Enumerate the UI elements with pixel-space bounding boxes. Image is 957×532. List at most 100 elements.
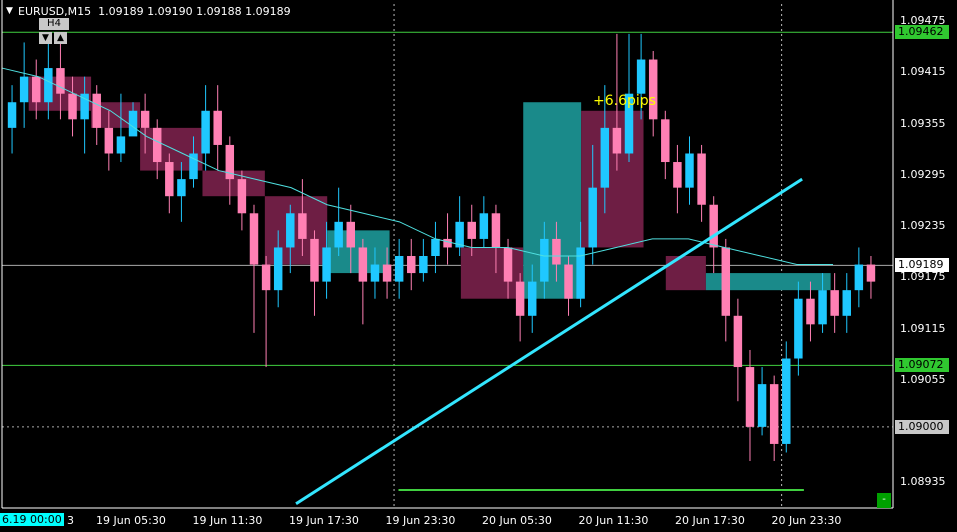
candle-body <box>213 110 222 145</box>
candle-body <box>540 238 549 282</box>
pips-annotation: +6.6pips <box>593 93 656 109</box>
candle-body <box>503 247 513 282</box>
candle-body <box>298 213 307 239</box>
candle-body <box>140 110 150 128</box>
candle-body <box>745 367 755 427</box>
candle-body <box>515 281 525 316</box>
price-badge: 1.09072 <box>895 358 949 373</box>
candle-body <box>443 238 452 248</box>
price-axis-label: 1.09355 <box>900 116 946 130</box>
candle-body <box>249 213 259 265</box>
time-axis-label: 19 Jun 11:30 <box>192 514 263 527</box>
candle-body <box>19 76 29 103</box>
candle-body <box>806 298 815 325</box>
candle-body <box>68 93 77 120</box>
candle-body <box>588 187 597 248</box>
candle-body <box>322 247 331 282</box>
candle-body <box>394 256 404 282</box>
candle-body <box>842 290 851 316</box>
time-axis-label: 19 Jun 05:30 <box>96 514 166 527</box>
scroll-up-button[interactable]: ▲ <box>54 32 67 44</box>
candle-body <box>854 264 864 291</box>
symbol-tf-label: EURUSD,M15 <box>18 5 92 18</box>
ohlc-readout: 1.09189 1.09190 1.09188 1.09189 <box>98 5 291 18</box>
crosshair-time-label: 6.19 00:00 <box>0 513 64 526</box>
price-axis-label: 1.09415 <box>900 65 946 79</box>
time-axis-label: 19 Jun 17:30 <box>289 514 359 527</box>
candle-body <box>237 179 247 214</box>
time-axis-label: 20 Jun 17:30 <box>675 514 745 527</box>
candle-body <box>310 238 319 282</box>
candle-body <box>479 213 489 239</box>
candle-body <box>346 221 356 248</box>
candle-body <box>527 281 537 316</box>
price-axis-label: 1.09055 <box>900 372 946 386</box>
candle-body <box>612 127 622 154</box>
candle-body <box>56 68 65 94</box>
time-axis-label: 20 Jun 23:30 <box>771 514 842 527</box>
candle-body <box>600 127 610 188</box>
partial-time-label: 3 <box>67 514 74 527</box>
candle-body <box>782 358 791 444</box>
chart-shift-button[interactable]: - <box>877 493 891 508</box>
candle-body <box>830 290 839 316</box>
candle-body <box>104 127 114 154</box>
candle-body <box>794 298 803 359</box>
price-badge: 1.09000 <box>895 419 949 434</box>
candles <box>7 33 876 462</box>
candle-body <box>552 238 561 265</box>
timeframe-badge[interactable]: H4 <box>39 18 69 30</box>
candle-body <box>733 315 743 368</box>
candle-body <box>7 102 17 128</box>
candle-body <box>382 264 392 282</box>
candle-body <box>44 68 53 103</box>
moving-average-line <box>1 67 833 266</box>
candle-body <box>261 264 271 291</box>
time-axis-label: 20 Jun 05:30 <box>482 514 552 527</box>
candle-body <box>419 256 428 274</box>
candle-body <box>286 213 295 248</box>
candle-body <box>201 110 210 154</box>
price-axis-label: 1.08935 <box>900 475 946 489</box>
candle-body <box>721 247 731 316</box>
candle-body <box>334 221 343 248</box>
candle-body <box>697 153 706 205</box>
candle-body <box>358 247 368 282</box>
time-axis-label: 19 Jun 23:30 <box>385 514 456 527</box>
candle-body <box>273 247 283 291</box>
time-axis-label: 20 Jun 11:30 <box>578 514 649 527</box>
candle-body <box>685 153 694 188</box>
candle-body <box>431 238 440 256</box>
candle-body <box>673 162 682 188</box>
price-axis-label: 1.09295 <box>900 167 946 181</box>
price-axis-label: 1.09115 <box>900 321 946 335</box>
candle-body <box>769 384 779 444</box>
price-axis-label: 1.09235 <box>900 219 946 233</box>
candle-body <box>92 93 101 128</box>
candle-body <box>661 119 670 163</box>
candle-body <box>177 179 186 197</box>
candle-body <box>407 256 416 274</box>
price-badge: 1.09462 <box>895 25 949 40</box>
price-chart[interactable] <box>0 0 957 532</box>
candle-body <box>370 264 380 282</box>
symbol-timeframe: EURUSD,M15 1.09189 1.09190 1.09188 1.091… <box>18 5 291 18</box>
candle-body <box>818 290 827 325</box>
candle-body <box>866 264 876 282</box>
candle-body <box>116 136 126 154</box>
candle-body <box>491 213 501 248</box>
candle-body <box>636 59 646 94</box>
candle-body <box>564 264 573 299</box>
candle-body <box>128 110 138 137</box>
scroll-down-button[interactable]: ▼ <box>39 32 52 44</box>
candle-body <box>32 76 41 103</box>
chart-menu-arrow[interactable]: ▼ <box>6 6 13 16</box>
candle-body <box>467 221 476 239</box>
candle-body <box>152 127 162 163</box>
price-badge: 1.09189 <box>895 258 949 273</box>
candle-body <box>648 59 658 120</box>
candle-body <box>165 162 174 197</box>
candle-body <box>709 204 718 248</box>
candle-body <box>757 384 767 427</box>
bear-session-box <box>460 247 524 299</box>
